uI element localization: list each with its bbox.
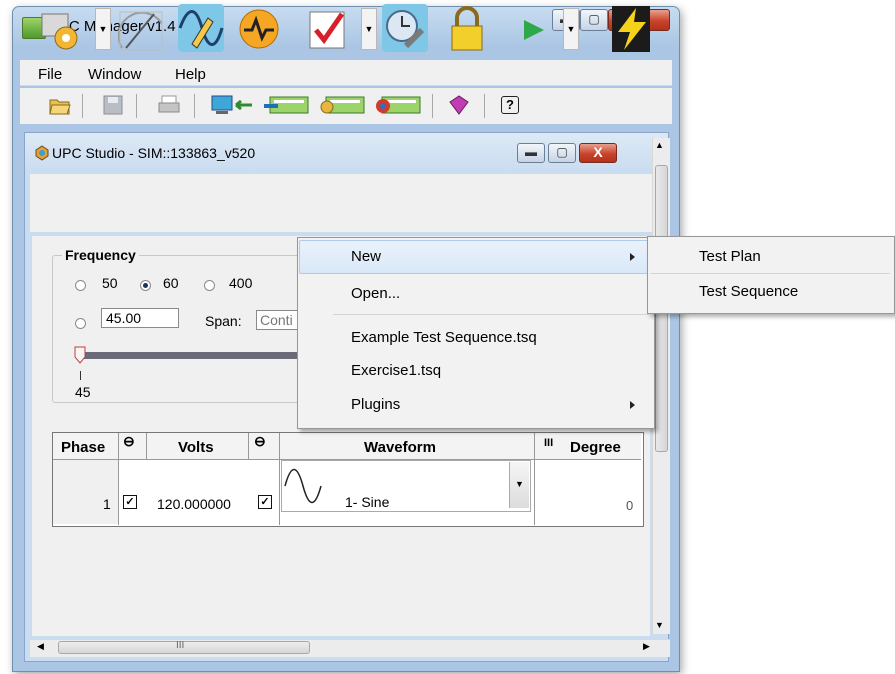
volts-checkbox[interactable]: ✓ (123, 495, 137, 509)
upload-icon[interactable] (262, 94, 310, 116)
submenu-arrow-icon (630, 401, 635, 409)
studio-close-button[interactable]: X (579, 143, 617, 163)
column-divider (248, 433, 249, 459)
checklist-dropdown-arrow[interactable]: ▼ (361, 8, 377, 50)
freq-label-50: 50 (102, 275, 118, 291)
submenu-separator (650, 273, 890, 274)
span-label: Span: (205, 313, 242, 329)
settings-dropdown-arrow[interactable]: ▼ (95, 8, 111, 50)
checklist-icon[interactable] (306, 4, 352, 52)
waveform-dropdown-arrow[interactable]: ▼ (509, 462, 529, 508)
freq-label-400: 400 (229, 275, 253, 291)
studio-app-icon (35, 145, 49, 161)
phase-number: 1 (103, 496, 111, 512)
help-icon[interactable]: ? (501, 96, 519, 114)
freq-radio-50[interactable] (75, 280, 86, 291)
freq-label-60: 60 (163, 275, 179, 291)
header-waveform[interactable]: Waveform (364, 439, 436, 456)
menu-item-plugins[interactable]: Plugins (351, 396, 400, 413)
slider-value-label: 45 (75, 384, 91, 400)
menu-item-example-test-sequence[interactable]: Example Test Sequence.tsq (351, 329, 537, 346)
volts-link-icon[interactable]: ⊖ (123, 433, 135, 450)
freq-radio-60[interactable] (140, 280, 151, 291)
scroll-right-arrow[interactable]: ▶ (643, 641, 650, 652)
save-icon[interactable] (103, 95, 123, 115)
menu-item-exercise1[interactable]: Exercise1.tsq (351, 362, 441, 379)
slider-tick (80, 371, 81, 380)
meter-icon[interactable] (118, 4, 164, 52)
open-folder-icon[interactable] (48, 94, 72, 116)
lock-icon[interactable] (444, 4, 490, 52)
header-phase[interactable]: Phase (61, 439, 105, 456)
submenu-arrow-icon (630, 253, 635, 261)
freq-radio-custom[interactable] (75, 318, 86, 329)
sine-wave-icon (284, 468, 322, 504)
degree-value[interactable]: 0 (626, 498, 633, 513)
column-divider (279, 433, 280, 525)
menu-item-open[interactable]: Open... (351, 285, 400, 302)
frequency-slider-thumb[interactable] (73, 345, 87, 365)
scroll-thumb-grip: III (176, 640, 185, 651)
header-volts[interactable]: Volts (178, 439, 214, 456)
settings-gear-icon[interactable] (38, 4, 84, 52)
freq-radio-400[interactable] (204, 280, 215, 291)
studio-window-title: UPC Studio - SIM::133863_v520 (52, 145, 256, 161)
toolbar-separator (194, 94, 195, 118)
pulse-icon[interactable] (236, 4, 282, 52)
column-divider (534, 433, 535, 525)
degree-icon: III (544, 437, 554, 449)
tools-clock-icon[interactable] (382, 4, 428, 52)
frequency-label: Frequency (62, 247, 139, 263)
menu-item-new-label: New (351, 248, 382, 265)
book-icon[interactable] (447, 94, 471, 116)
toolbar-separator (82, 94, 83, 118)
header-degree[interactable]: Degree (570, 439, 621, 456)
custom-frequency-input[interactable] (101, 308, 179, 328)
column-divider (146, 433, 147, 459)
print-icon[interactable] (158, 95, 180, 115)
play-icon[interactable] (512, 4, 558, 52)
volts-value[interactable]: 120.000000 (157, 496, 231, 512)
submenu-item-test-sequence[interactable]: Test Sequence (699, 283, 798, 300)
sync-icon[interactable] (374, 94, 422, 116)
waveform-value: 1- Sine (345, 494, 390, 510)
studio-maximize-button[interactable]: ▢ (548, 143, 576, 163)
lightning-icon[interactable] (608, 4, 654, 52)
connect-device-icon[interactable] (210, 94, 258, 116)
menu-help[interactable]: Help (175, 66, 206, 83)
toolbar-separator (484, 94, 485, 118)
frequency-slider-track[interactable] (78, 352, 298, 359)
toolbar-separator (136, 94, 137, 118)
config-icon[interactable] (318, 94, 366, 116)
waveform-checkbox[interactable]: ✓ (258, 495, 272, 509)
span-select[interactable]: Conti (256, 310, 300, 330)
waveform-edit-icon[interactable] (178, 4, 224, 52)
waveform-link-icon[interactable]: ⊖ (254, 433, 266, 450)
column-divider (118, 433, 119, 525)
menu-file[interactable]: File (38, 66, 62, 83)
play-dropdown-arrow[interactable]: ▼ (563, 8, 579, 50)
toolbar-separator (432, 94, 433, 118)
menu-window[interactable]: Window (88, 66, 141, 83)
row-header-cell (53, 460, 118, 524)
scroll-up-arrow[interactable]: ▲ (655, 140, 664, 150)
menu-separator (333, 314, 649, 315)
submenu-item-test-plan[interactable]: Test Plan (699, 248, 761, 265)
studio-minimize-button[interactable]: ▬ (517, 143, 545, 163)
scroll-left-arrow[interactable]: ◀ (37, 641, 44, 652)
maximize-button[interactable]: ▢ (580, 9, 608, 31)
scroll-down-arrow[interactable]: ▼ (655, 620, 664, 630)
new-submenu (647, 236, 895, 314)
studio-toolbar (30, 174, 670, 232)
